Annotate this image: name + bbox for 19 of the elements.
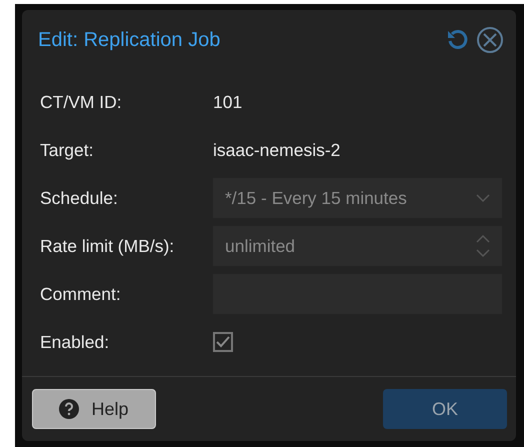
field-label: Rate limit (MB/s): xyxy=(40,236,176,256)
field-value: isaac-nemesis-2 xyxy=(213,140,340,160)
rate-limit-field[interactable]: unlimited xyxy=(213,226,502,266)
chevron-down-icon xyxy=(476,194,490,202)
field-label: CT/VM ID: xyxy=(40,92,123,112)
help-icon xyxy=(59,399,80,419)
field-value: 101 xyxy=(213,92,242,112)
window-title: Edit: Replication Job xyxy=(38,28,222,52)
field-label: Enabled: xyxy=(40,332,110,352)
reset-button[interactable] xyxy=(446,28,470,52)
reset-icon xyxy=(446,28,470,52)
enabled-checkbox[interactable] xyxy=(213,332,233,352)
spinner-arrows-icon xyxy=(476,234,490,258)
close-icon xyxy=(476,26,504,54)
field-label: Schedule: xyxy=(40,188,119,208)
help-button[interactable]: Help xyxy=(32,389,156,429)
close-button[interactable] xyxy=(476,26,504,54)
field-label: Comment: xyxy=(40,284,122,304)
field-label: Target: xyxy=(40,140,94,160)
